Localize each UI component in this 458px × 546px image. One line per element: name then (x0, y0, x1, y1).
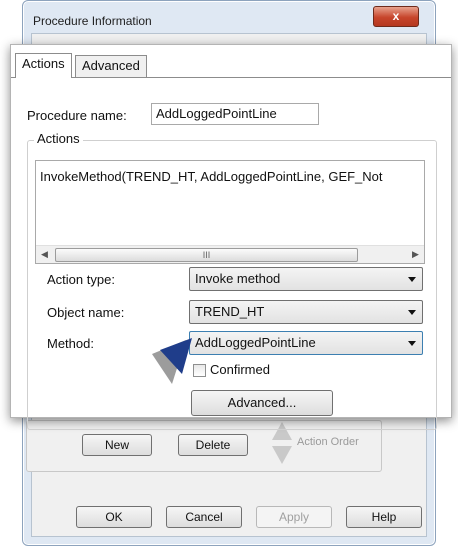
action-type-select[interactable]: Invoke method (189, 267, 423, 291)
procedure-name-label: Procedure name: (27, 108, 127, 123)
method-label: Method: (47, 336, 94, 351)
actions-list[interactable]: InvokeMethod(TREND_HT, AddLoggedPointLin… (35, 160, 425, 264)
scroll-left-icon[interactable]: ◀ (36, 246, 53, 263)
scroll-grip: III (202, 250, 211, 260)
advanced-button[interactable]: Advanced... (191, 390, 333, 416)
tab-actions[interactable]: Actions (15, 53, 72, 78)
close-button[interactable]: x (373, 6, 419, 27)
dialog-title: Procedure Information (33, 14, 152, 28)
chevron-down-icon (408, 341, 416, 346)
tab-advanced[interactable]: Advanced (75, 55, 147, 77)
method-select[interactable]: AddLoggedPointLine (189, 331, 423, 355)
list-item[interactable]: InvokeMethod(TREND_HT, AddLoggedPointLin… (40, 169, 383, 184)
actions-group-label: Actions (34, 131, 83, 146)
scroll-right-icon[interactable]: ▶ (407, 246, 424, 263)
apply-button[interactable]: Apply (256, 506, 332, 528)
actions-panel: Actions Advanced Procedure name: AddLogg… (10, 44, 452, 430)
chevron-down-icon (408, 277, 416, 282)
help-button[interactable]: Help (346, 506, 422, 528)
object-name-label: Object name: (47, 305, 125, 320)
tab-content: Procedure name: AddLoggedPointLine Actio… (11, 77, 451, 430)
close-icon: x (392, 9, 400, 23)
horizontal-scrollbar[interactable]: ◀ III ▶ (36, 245, 424, 263)
action-type-value: Invoke method (195, 271, 281, 286)
object-name-value: TREND_HT (195, 304, 265, 319)
action-type-label: Action type: (47, 272, 115, 287)
method-value: AddLoggedPointLine (195, 335, 316, 350)
procedure-name-field[interactable]: AddLoggedPointLine (151, 103, 319, 125)
new-button[interactable]: New (82, 434, 152, 456)
confirmed-label: Confirmed (210, 362, 270, 377)
cancel-button[interactable]: Cancel (166, 506, 242, 528)
chevron-down-icon (408, 310, 416, 315)
object-name-select[interactable]: TREND_HT (189, 300, 423, 324)
scroll-thumb[interactable]: III (55, 248, 358, 262)
arrow-pointer-icon (152, 338, 192, 384)
delete-button[interactable]: Delete (178, 434, 248, 456)
action-order-label: Action Order (297, 436, 359, 448)
ok-button[interactable]: OK (76, 506, 152, 528)
